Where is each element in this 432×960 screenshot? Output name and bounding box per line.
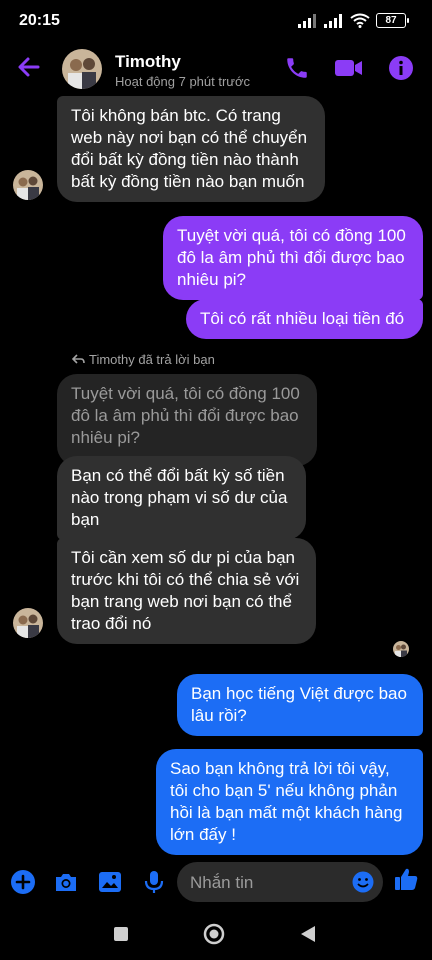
message-incoming[interactable]: Tôi không bán btc. Có trang web này nơi … xyxy=(57,96,325,202)
contact-avatar[interactable] xyxy=(62,49,102,89)
system-nav-bar xyxy=(0,908,432,960)
message-outgoing[interactable]: Sao bạn không trả lời tôi vậy, tôi cho b… xyxy=(156,749,423,855)
battery-level: 87 xyxy=(385,15,397,26)
message-line: đổi bất kỳ đồng tiền nào thành xyxy=(71,150,299,169)
camera-icon[interactable] xyxy=(53,869,79,895)
message-line: Bạn học tiếng Việt được bao xyxy=(191,684,407,703)
reply-arrow-icon xyxy=(72,354,85,364)
status-time: 20:15 xyxy=(19,12,60,29)
quoted-line: nhiêu pi? xyxy=(71,428,141,447)
message-line: tôi cho bạn 5' nếu không phản xyxy=(170,781,398,800)
message-line: nhiêu pi? xyxy=(177,270,247,289)
home-icon[interactable] xyxy=(203,923,225,945)
message-line: Tôi không bán btc. Có trang xyxy=(71,106,281,125)
back-nav-icon[interactable] xyxy=(299,924,317,944)
seen-receipt-avatar xyxy=(393,641,409,657)
chat-header: Timothy Hoạt động 7 phút trước xyxy=(0,40,432,96)
message-list[interactable]: Tôi không bán btc. Có trang web này nơi … xyxy=(0,96,432,856)
message-line: web này nơi bạn có thể chuyển xyxy=(71,128,308,147)
message-line: nào trong phạm vi số dư của xyxy=(71,488,288,507)
sender-avatar[interactable] xyxy=(13,170,43,200)
message-line: trước khi tôi có thể chia sẻ với xyxy=(71,570,300,589)
message-line: bạn trang web nơi bạn có thể xyxy=(71,592,292,611)
back-arrow-icon[interactable] xyxy=(16,54,42,80)
message-line: Bạn có thể đổi bất kỳ số tiền xyxy=(71,466,285,485)
message-composer: Nhắn tin xyxy=(0,856,432,908)
message-input-placeholder: Nhắn tin xyxy=(190,873,254,892)
status-bar: 20:15 87 xyxy=(0,0,432,40)
message-line: Sao bạn không trả lời tôi vậy, xyxy=(170,759,390,778)
message-line: lâu rồi? xyxy=(191,706,247,725)
message-line: trao đổi nó xyxy=(71,614,152,633)
emoji-icon[interactable] xyxy=(352,871,374,893)
message-outgoing[interactable]: Bạn học tiếng Việt được bao lâu rồi? xyxy=(177,674,423,736)
signal-icon xyxy=(298,13,316,28)
message-line: lớn đấy ! xyxy=(170,825,236,844)
reply-label-text: Timothy đã trả lời bạn xyxy=(89,352,215,367)
contact-status: Hoạt động 7 phút trước xyxy=(115,74,251,89)
message-line: đô la âm phủ thì đổi được bao xyxy=(177,248,405,267)
sender-avatar[interactable] xyxy=(13,608,43,638)
message-line: Tôi có rất nhiều loại tiền đó xyxy=(200,309,405,328)
reply-indicator: Timothy đã trả lời bạn xyxy=(72,352,215,367)
status-icons: 87 xyxy=(298,13,409,28)
message-line: hồi là bạn mất một khách hàng xyxy=(170,803,403,822)
thumbs-up-icon[interactable] xyxy=(393,866,419,892)
signal-icon xyxy=(324,13,342,28)
message-incoming[interactable]: Bạn có thể đổi bất kỳ số tiền nào trong … xyxy=(57,456,306,540)
quoted-message[interactable]: Tuyệt vời quá, tôi có đồng 100 đô la âm … xyxy=(57,374,317,466)
message-line: Tuyệt vời quá, tôi có đồng 100 xyxy=(177,226,406,245)
quoted-line: Tuyệt vời quá, tôi có đồng 100 xyxy=(71,384,300,403)
message-incoming[interactable]: Tôi cần xem số dư pi của bạn trước khi t… xyxy=(57,538,316,644)
message-outgoing[interactable]: Tuyệt vời quá, tôi có đồng 100 đô la âm … xyxy=(163,216,423,300)
message-line: Tôi cần xem số dư pi của bạn xyxy=(71,548,295,567)
message-input[interactable]: Nhắn tin xyxy=(177,862,383,902)
message-line: bất kỳ đồng tiền nào bạn muốn xyxy=(71,172,305,191)
phone-icon[interactable] xyxy=(284,55,310,81)
plus-icon[interactable] xyxy=(10,869,36,895)
quoted-line: đô la âm phủ thì đổi được bao xyxy=(71,406,299,425)
recent-apps-icon[interactable] xyxy=(113,926,129,942)
message-outgoing[interactable]: Tôi có rất nhiều loại tiền đó xyxy=(186,299,423,339)
wifi-icon xyxy=(350,13,370,28)
message-line: bạn xyxy=(71,510,100,529)
info-icon[interactable] xyxy=(388,55,414,81)
contact-name[interactable]: Timothy xyxy=(115,52,181,72)
video-camera-icon[interactable] xyxy=(334,55,364,81)
image-icon[interactable] xyxy=(97,869,123,895)
microphone-icon[interactable] xyxy=(142,869,166,895)
battery-indicator: 87 xyxy=(376,13,409,28)
